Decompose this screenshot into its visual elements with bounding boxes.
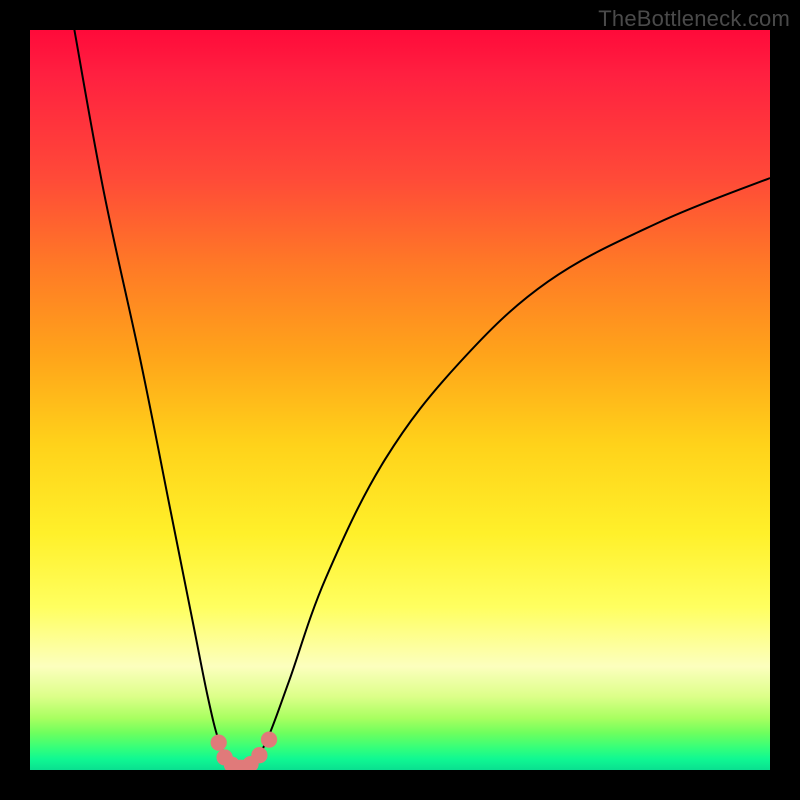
- dots-group: [211, 732, 278, 770]
- watermark-text: TheBottleneck.com: [598, 6, 790, 32]
- valley-dot: [211, 734, 227, 750]
- plot-area: [30, 30, 770, 770]
- valley-dots: [30, 30, 770, 770]
- valley-dot: [251, 747, 267, 763]
- valley-dot: [261, 732, 277, 748]
